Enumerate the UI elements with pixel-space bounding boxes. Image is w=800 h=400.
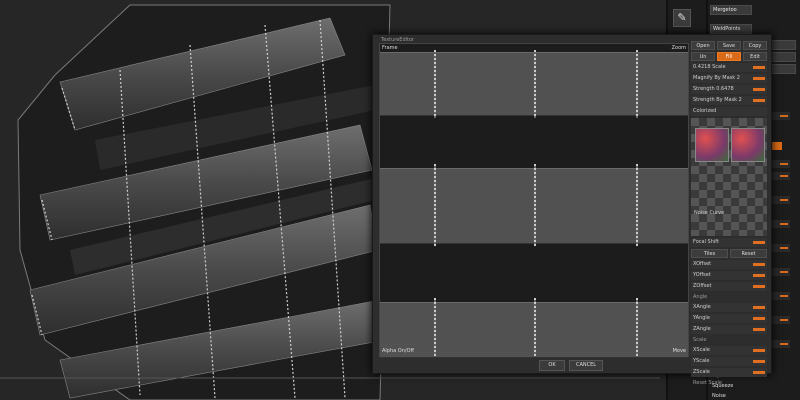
y-scale-slider[interactable]: YScale [691, 357, 767, 366]
fill-button[interactable]: Fill [717, 52, 741, 61]
scale-section: Scale [693, 337, 707, 343]
edit-button[interactable]: Edit [743, 52, 767, 61]
merge-button[interactable]: Mergetoo [710, 5, 752, 15]
stitch-mark [636, 50, 638, 118]
stitch-mark [534, 164, 536, 246]
texture-preview[interactable]: Frame Zoom Alpha On/Off Move [379, 43, 689, 358]
open-button[interactable]: Open [691, 41, 715, 50]
tiles-button[interactable]: Tiles [691, 249, 728, 258]
brush-icon[interactable]: ✎ [673, 9, 691, 27]
focal-shift-slider[interactable]: Focal Shift [691, 238, 767, 247]
z-angle-slider[interactable]: ZAngle [691, 325, 767, 334]
y-offset-slider[interactable]: YOffset [691, 271, 767, 280]
z-offset-slider[interactable]: ZOffset [691, 282, 767, 291]
reset-button[interactable]: Reset [730, 249, 767, 258]
save-button[interactable]: Save [717, 41, 741, 50]
strength-by-mask[interactable]: Strength By Mask 2 [691, 96, 767, 105]
color-swatch[interactable] [731, 128, 765, 162]
move-label[interactable]: Move [673, 348, 686, 354]
frame-label[interactable]: Frame [382, 45, 398, 51]
alpha-toggle[interactable]: Alpha On/Off [382, 348, 414, 354]
noise-label: Noise [712, 393, 726, 399]
y-angle-slider[interactable]: YAngle [691, 314, 767, 323]
x-scale-slider[interactable]: XScale [691, 346, 767, 355]
texture-editor-dialog: TextureEditor Frame Zoom Alpha On/Off Mo… [372, 34, 772, 386]
magnify-by-mask[interactable]: Magnify By Mask 2 [691, 74, 767, 83]
x-angle-slider[interactable]: XAngle [691, 303, 767, 312]
reset-scale-button[interactable]: Reset Scale [691, 379, 767, 387]
color-swatch[interactable] [695, 128, 729, 162]
ok-button[interactable]: OK [539, 360, 565, 371]
x-offset-slider[interactable]: XOffset [691, 260, 767, 269]
copy-button[interactable]: Copy [743, 41, 767, 50]
stitch-mark [534, 50, 536, 118]
stitch-mark [636, 298, 638, 356]
stitch-mark [636, 164, 638, 246]
strength-slider[interactable]: Strength 0.6478 [691, 85, 767, 94]
stitch-mark [534, 298, 536, 356]
color-swatches[interactable]: Noise Curve [691, 118, 767, 236]
stitch-mark [434, 164, 436, 246]
texture-editor-panel: Open Save Copy Un Fill Edit 0.4218 Scale… [691, 41, 767, 386]
scale-slider[interactable]: 0.4218 Scale [691, 63, 767, 72]
cancel-button[interactable]: CANCEL [569, 360, 603, 371]
zoom-label[interactable]: Zoom [672, 45, 686, 51]
weld-points-button[interactable]: WeldPoints [710, 24, 752, 34]
z-scale-slider[interactable]: ZScale [691, 368, 767, 377]
colorized-toggle[interactable]: Colorized [691, 107, 767, 116]
noise-curve-label: Noise Curve [694, 210, 725, 216]
undo-button[interactable]: Un [691, 52, 715, 61]
angle-section: Angle [693, 294, 708, 300]
stitch-mark [434, 298, 436, 356]
stitch-mark [434, 50, 436, 118]
